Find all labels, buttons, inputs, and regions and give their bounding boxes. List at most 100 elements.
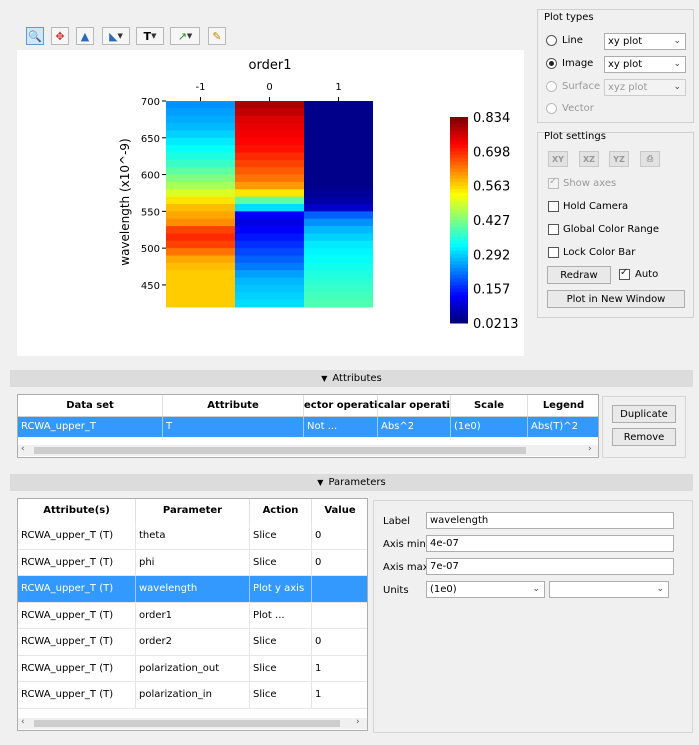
scroll-right-icon[interactable]: › <box>588 444 592 454</box>
heatmap-cell <box>235 145 304 153</box>
colorbar-segment <box>450 244 468 248</box>
colorbar-segment <box>450 226 468 231</box>
hold-camera-checkbox[interactable] <box>548 201 559 212</box>
view-yz-button[interactable]: YZ <box>609 151 629 167</box>
heatmap-cell <box>166 240 235 249</box>
colorbar-segment <box>450 134 468 139</box>
colorbar-tick-label: 0.292 <box>473 248 510 263</box>
show-axes-checkbox[interactable] <box>548 176 559 189</box>
label-input[interactable]: wavelength <box>426 512 674 529</box>
plot-new-window-button[interactable]: Plot in New Window <box>547 290 685 308</box>
parameters-cell: order2 <box>136 629 250 655</box>
line-plot-combo[interactable]: xy plot ⌄ <box>604 33 686 50</box>
attributes-scroll-thumb[interactable] <box>34 447 526 454</box>
heatmap-cell <box>304 277 373 286</box>
heatmap-cell <box>166 174 235 183</box>
heatmap-cell <box>235 196 304 205</box>
units-secondary-combo[interactable]: ⌄ <box>549 581 669 598</box>
y-tick-labels: 700 650 600 550 500 450 <box>141 97 166 292</box>
parameters-column-header: Action <box>250 499 312 523</box>
pencil-icon[interactable]: ✎ <box>208 27 226 45</box>
parameters-table-row[interactable]: RCWA_upper_T (T) phi Slice 0 <box>18 549 367 576</box>
colorbar-segment <box>450 144 468 149</box>
attributes-section-toggle[interactable]: ▼ Attributes <box>10 370 693 387</box>
collapse-triangle-icon: ▼ <box>317 478 324 487</box>
heatmap-cell <box>166 159 235 168</box>
image-radio[interactable] <box>546 58 557 69</box>
parameters-cell: RCWA_upper_T (T) <box>18 655 136 681</box>
plot-settings-title: Plot settings <box>544 131 606 142</box>
heatmap-cell <box>166 137 235 146</box>
view-xz-button[interactable]: XZ <box>579 151 599 167</box>
colorbar-segment <box>450 130 468 135</box>
heatmap-cell <box>235 226 304 234</box>
heatmap-cell <box>304 270 373 279</box>
text-dropdown-icon[interactable]: T ▼ <box>136 27 164 45</box>
parameters-table-row[interactable]: RCWA_upper_T (T) order1 Plot ... <box>18 602 367 629</box>
attributes-hscrollbar[interactable]: ‹ › <box>18 444 598 456</box>
heatmap-cell <box>166 299 235 308</box>
heatmap-cells <box>166 101 373 308</box>
scroll-left-icon[interactable]: ‹ <box>21 717 25 727</box>
heatmap-cell <box>304 299 373 308</box>
colorbar-segment <box>450 254 468 259</box>
heatmap-cell <box>166 204 235 212</box>
axis-min-input[interactable]: 4e-07 <box>426 535 674 552</box>
colorbar-segment <box>450 192 468 197</box>
auto-checkbox[interactable] <box>619 267 630 280</box>
heatmap-cell <box>166 262 235 271</box>
parameters-cell: Slice <box>250 523 312 549</box>
mountain-glyph: ▲ <box>80 29 90 43</box>
mountain-icon[interactable]: ▲ <box>76 27 94 45</box>
line-radio[interactable] <box>546 35 557 46</box>
units-combo[interactable]: (1e0) ⌄ <box>426 581 545 598</box>
parameters-table-row[interactable]: RCWA_upper_T (T) wavelength Plot y axis <box>18 576 367 603</box>
image-combo-value: xy plot <box>608 59 643 70</box>
parameters-section-toggle[interactable]: ▼ Parameters <box>10 474 693 491</box>
attributes-table[interactable]: Data set Attribute ector operatio calar ope… <box>17 394 599 458</box>
parameters-hscrollbar[interactable]: ‹ › <box>18 717 367 729</box>
parameters-cell: Slice <box>250 682 312 708</box>
vector-radio[interactable] <box>546 103 557 114</box>
parameters-table[interactable]: Attribute(s) Parameter Action Value RCWA_up… <box>17 498 368 731</box>
surface-radio[interactable] <box>546 81 557 92</box>
parameters-column-header: Attribute(s) <box>18 499 136 523</box>
heatmap-cell <box>235 284 304 293</box>
global-color-range-label: Global Color Range <box>563 224 660 235</box>
y-tick-label: 500 <box>141 244 160 255</box>
camera-icon[interactable]: ⎙ <box>640 151 660 167</box>
colorbar-segment <box>450 271 468 276</box>
duplicate-button[interactable]: Duplicate <box>612 405 676 423</box>
zoom-icon[interactable]: 🔍 <box>26 27 44 45</box>
redraw-button[interactable]: Redraw <box>547 266 611 284</box>
surface-plot-combo[interactable]: xyz plot ⌄ <box>604 79 686 96</box>
parameters-table-row[interactable]: RCWA_upper_T (T) order2 Slice 0 <box>18 629 367 656</box>
view-xy-button[interactable]: XY <box>548 151 568 167</box>
parameters-table-row[interactable]: RCWA_upper_T (T) polarization_out Slice 1 <box>18 655 367 682</box>
heatmap-cell <box>304 123 373 131</box>
heatmap-cell <box>235 204 304 212</box>
parameters-table-row[interactable]: RCWA_upper_T (T) polarization_in Slice 1 <box>18 682 367 709</box>
lock-color-bar-checkbox[interactable] <box>548 247 559 258</box>
parameters-scroll-thumb[interactable] <box>34 720 340 727</box>
axis-max-input[interactable]: 7e-07 <box>426 558 674 575</box>
scroll-left-icon[interactable]: ‹ <box>21 444 25 454</box>
parameters-cell: Slice <box>250 629 312 655</box>
scroll-right-icon[interactable]: › <box>356 717 360 727</box>
global-color-range-checkbox[interactable] <box>548 224 559 235</box>
colorbar-segment <box>450 312 468 317</box>
plot-area[interactable]: order1 wavelength (x10^-9) -1 0 1 700 650 60… <box>17 50 524 356</box>
remove-button[interactable]: Remove <box>612 428 676 446</box>
colorbar-segment <box>450 285 468 290</box>
pan-icon[interactable]: ✥ <box>51 27 69 45</box>
attributes-table-row[interactable]: RCWA_upper_T T Not ... Abs^2 (1e0) Abs(T)^2 <box>18 417 598 437</box>
parameters-table-row[interactable]: RCWA_upper_T (T) theta Slice 0 <box>18 523 367 550</box>
colorbar-segment <box>450 171 468 176</box>
plot-dropdown-icon[interactable]: ◣ ▼ <box>102 27 130 45</box>
axis-min-label: Axis min <box>383 539 426 550</box>
image-plot-combo[interactable]: xy plot ⌄ <box>604 56 686 73</box>
parameters-column-header: Parameter <box>136 499 250 523</box>
heatmap-cell <box>235 130 304 139</box>
marker-dropdown-icon[interactable]: ↗ ▼ <box>170 27 200 45</box>
parameters-cell: phi <box>136 549 250 575</box>
